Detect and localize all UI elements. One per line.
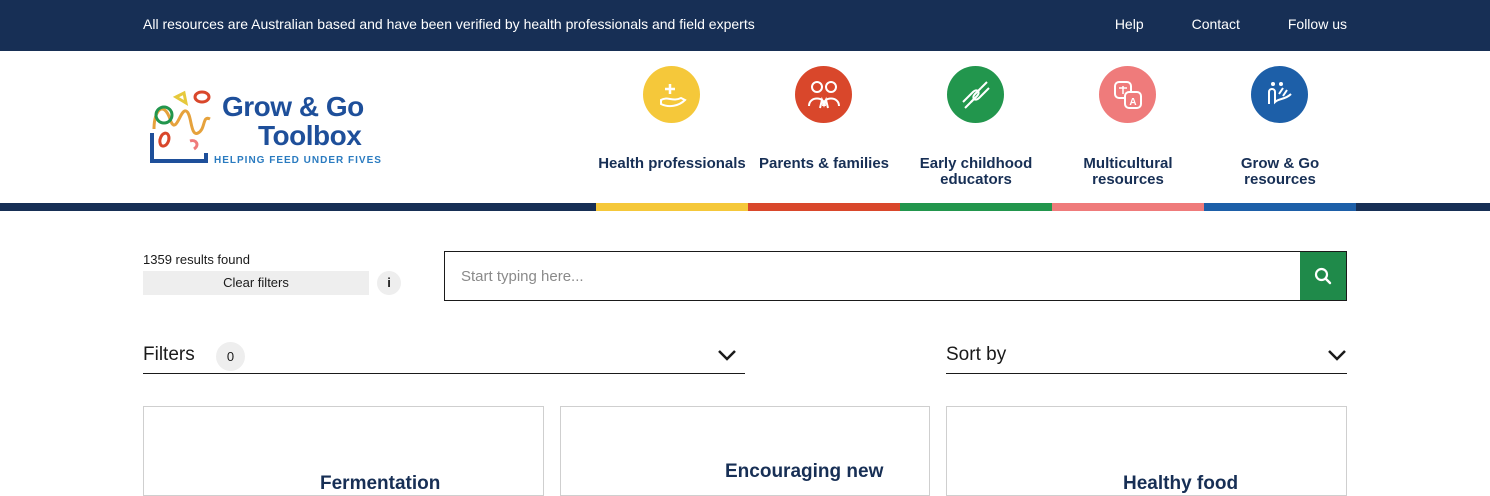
resource-card-title: Healthy food	[1123, 473, 1239, 494]
filters-label: Filters	[143, 344, 195, 365]
color-segment-pink	[1052, 203, 1204, 211]
resource-card-title: Fermentation	[320, 473, 441, 494]
logo-graphic-icon	[150, 90, 211, 163]
nav-label-early-childhood-educators: Early childhood educators	[919, 155, 1033, 188]
search-icon	[1314, 267, 1332, 285]
resource-card[interactable]: Healthy food	[946, 406, 1347, 496]
chevron-down-icon	[1328, 350, 1346, 361]
color-segment-red	[748, 203, 900, 211]
nav-item-parents-families[interactable]: Parents & families	[748, 51, 900, 203]
color-segment-green	[900, 203, 1052, 211]
help-link[interactable]: Help	[1115, 16, 1144, 32]
chevron-down-icon	[718, 350, 736, 361]
search-button[interactable]	[1300, 252, 1346, 300]
svg-text:A: A	[1129, 97, 1136, 108]
nav-item-grow-and-go-resources[interactable]: Grow & Go resources	[1204, 51, 1356, 203]
color-segment-blue	[1204, 203, 1356, 211]
clear-filters-button[interactable]: Clear filters	[143, 271, 369, 295]
sort-by-label: Sort by	[946, 344, 1007, 365]
translate-icon: A	[1099, 66, 1156, 123]
header-color-bar	[0, 203, 1490, 211]
audience-nav: Health professionals Parents & families …	[596, 51, 1356, 203]
logo-title-line-2: Toolbox	[258, 120, 362, 151]
nav-item-multicultural-resources[interactable]: A Multicultural resources	[1052, 51, 1204, 203]
sprout-hand-icon	[1251, 66, 1308, 123]
nav-label-grow-and-go-resources: Grow & Go resources	[1240, 155, 1320, 188]
family-icon	[795, 66, 852, 123]
utility-links: Help Contact Follow us	[1115, 16, 1347, 32]
search-input[interactable]	[445, 252, 1300, 300]
nav-label-parents-families: Parents & families	[758, 155, 890, 172]
nav-item-early-childhood-educators[interactable]: Early childhood educators	[900, 51, 1052, 203]
handshake-icon	[947, 66, 1004, 123]
nav-label-multicultural-resources: Multicultural resources	[1083, 155, 1173, 188]
results-count: 1359 results found	[143, 252, 250, 267]
grow-and-go-logo[interactable]: Grow & Go Toolbox HELPING FEED UNDER FIV…	[150, 89, 400, 169]
color-segment-yellow	[596, 203, 748, 211]
search-bar	[444, 251, 1347, 301]
hand-plus-icon	[643, 66, 700, 123]
logo-tagline: HELPING FEED UNDER FIVES	[214, 155, 382, 166]
sort-by-dropdown[interactable]: Sort by	[946, 336, 1347, 374]
contact-link[interactable]: Contact	[1192, 16, 1240, 32]
top-bar: All resources are Australian based and h…	[0, 0, 1490, 51]
resource-card-title: Encouraging new	[725, 461, 884, 482]
filters-count-badge: 0	[216, 342, 245, 371]
resource-card[interactable]: Encouraging new	[560, 406, 930, 496]
info-icon[interactable]: i	[377, 271, 401, 295]
nav-item-health-professionals[interactable]: Health professionals	[596, 51, 748, 203]
logo-title-line-1: Grow & Go	[222, 91, 364, 122]
resource-card[interactable]: Fermentation	[143, 406, 544, 496]
site-header: Grow & Go Toolbox HELPING FEED UNDER FIV…	[0, 51, 1490, 203]
filters-dropdown[interactable]: Filters 0	[143, 336, 745, 374]
verified-message: All resources are Australian based and h…	[143, 16, 755, 32]
follow-us-link[interactable]: Follow us	[1288, 16, 1347, 32]
nav-label-health-professionals: Health professionals	[598, 155, 746, 172]
